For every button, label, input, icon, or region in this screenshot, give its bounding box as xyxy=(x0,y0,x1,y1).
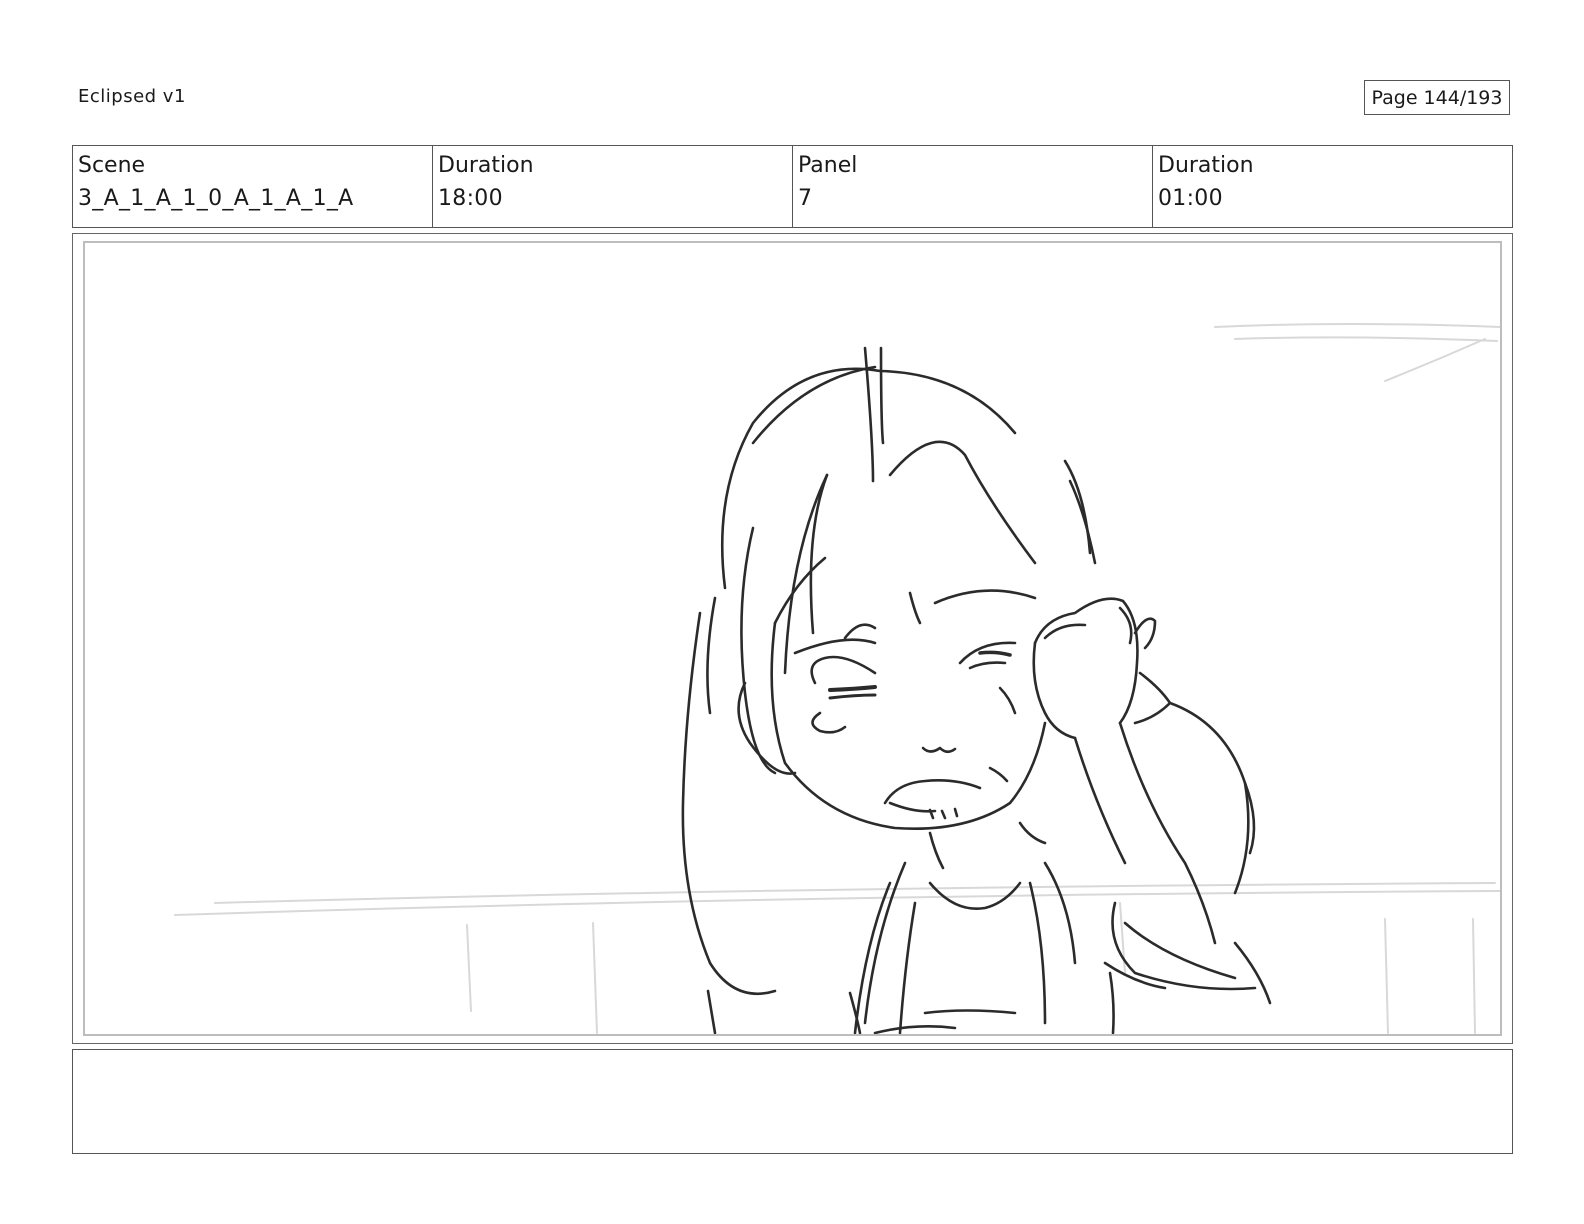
scene-duration-value: 18:00 xyxy=(438,186,503,211)
character-sketch xyxy=(681,346,1272,1034)
storyboard-panel-frame xyxy=(72,233,1513,1044)
scene-cell: Scene 3_A_1_A_1_0_A_1_A_1_A xyxy=(73,146,433,227)
page-indicator: Page 144/193 xyxy=(1364,80,1510,115)
scene-info-table: Scene 3_A_1_A_1_0_A_1_A_1_A Duration 18:… xyxy=(72,145,1513,228)
panel-duration-value: 01:00 xyxy=(1158,186,1223,211)
panel-cell: Panel 7 xyxy=(793,146,1153,227)
document-title: Eclipsed v1 xyxy=(78,86,186,107)
scene-label: Scene xyxy=(78,153,146,178)
scene-duration-cell: Duration 18:00 xyxy=(433,146,793,227)
storyboard-panel-image xyxy=(83,241,1502,1036)
panel-label: Panel xyxy=(798,153,858,178)
scene-value: 3_A_1_A_1_0_A_1_A_1_A xyxy=(78,186,354,211)
panel-value: 7 xyxy=(798,186,813,211)
sketch-drawing xyxy=(174,323,1500,1034)
panel-duration-label: Duration xyxy=(1158,153,1254,178)
background-sketch-lines xyxy=(174,323,1500,1034)
scene-duration-label: Duration xyxy=(438,153,534,178)
panel-duration-cell: Duration 01:00 xyxy=(1153,146,1512,227)
panel-notes-box xyxy=(72,1049,1513,1154)
